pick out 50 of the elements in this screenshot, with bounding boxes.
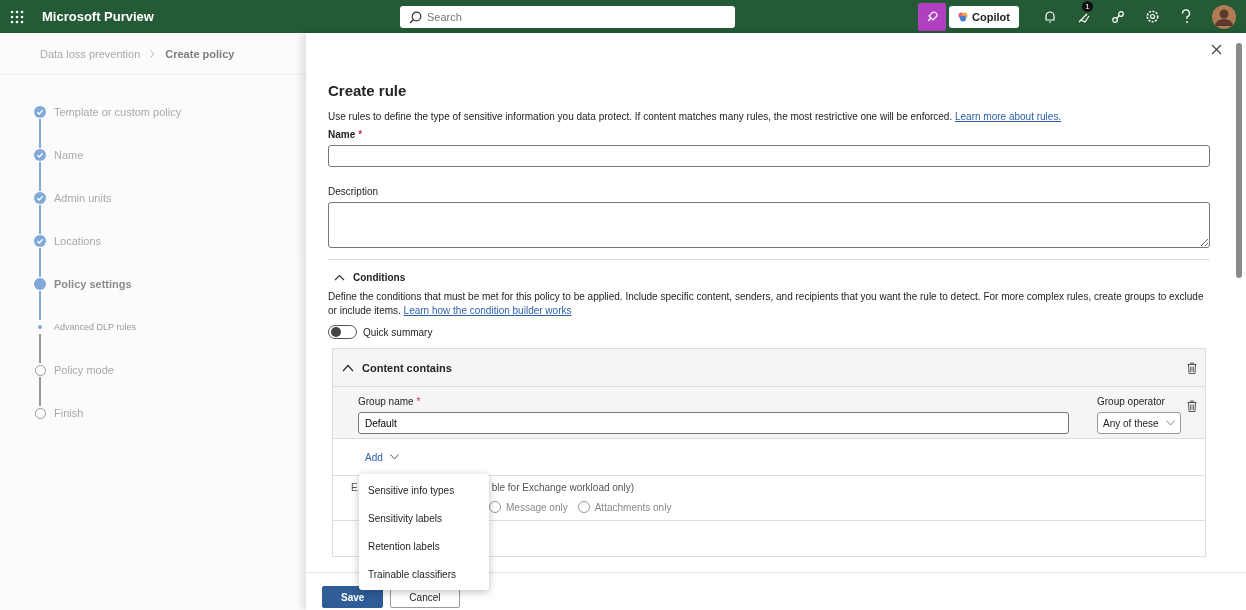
chevron-icon — [150, 49, 156, 58]
conditions-text: Define the conditions that must be met for this policy to be applied. Include specific content, senders, and recipients that you want the rule to detect. For more complex rules, create groups to exclude or include items. Learn how the condition builder works — [328, 290, 1205, 318]
app-name[interactable]: Microsoft Purview — [42, 9, 154, 24]
field-label: Group operator — [1097, 396, 1166, 407]
notification-bell-icon[interactable] — [1043, 9, 1057, 24]
save-button[interactable]: Save — [322, 586, 384, 608]
group-name-field[interactable]: Default — [358, 412, 1069, 434]
trash-icon[interactable] — [1187, 361, 1197, 374]
field-label: Description — [328, 186, 380, 197]
description-field[interactable] — [328, 202, 1210, 248]
close-icon[interactable] — [1211, 44, 1222, 55]
settings-icon[interactable] — [1145, 9, 1160, 24]
panel-title: Create rule — [328, 82, 408, 99]
app-launcher-icon[interactable] — [10, 9, 24, 24]
section-title[interactable]: Conditions — [353, 272, 406, 283]
required-mark: * — [416, 396, 421, 407]
apply-label: E — [351, 482, 358, 493]
chevron-icon[interactable] — [342, 363, 354, 372]
chevron-icon[interactable] — [334, 274, 345, 281]
menu-item[interactable]: Retention labels — [359, 533, 489, 561]
caret-icon — [389, 454, 399, 460]
breadcrumb-link[interactable]: Create policy — [165, 47, 235, 60]
search-field[interactable]: Search — [400, 5, 735, 28]
condition-builder-link[interactable]: Learn how the condition builder works — [403, 305, 572, 316]
caret-icon — [1166, 420, 1175, 426]
toggle-label: Quick summary — [363, 326, 433, 338]
avatar[interactable] — [1212, 4, 1236, 29]
search-icon — [409, 10, 422, 24]
name-field[interactable] — [328, 145, 1210, 167]
group-title: Content contains — [362, 361, 452, 374]
learn-more-link[interactable]: Learn more about rules. — [955, 111, 1062, 122]
intro-text: Use rules to define the type of sensitive information you data protect. If content matches many rules, the most restrictive one will be enforced. Learn more about rules. — [328, 111, 1063, 122]
group-operator-dropdown[interactable]: Any of these — [1097, 412, 1181, 434]
copilot-button[interactable]: Copilot — [949, 5, 1019, 28]
menu-item[interactable]: Sensitivity labels — [359, 505, 489, 533]
field-label: Name * — [328, 129, 364, 140]
trash-icon[interactable] — [1187, 400, 1197, 412]
field-label: Group name * — [358, 396, 422, 407]
notification-badge: 1 — [1082, 0, 1093, 12]
apply-label: ble for Exchange workload only) — [491, 482, 634, 493]
add-button[interactable]: Add — [359, 447, 405, 467]
link-icon[interactable] — [1111, 9, 1125, 24]
agent-button[interactable] — [918, 2, 947, 31]
menu-item[interactable]: Sensitive info types — [359, 477, 489, 505]
copilot-logo-icon — [958, 11, 969, 22]
help-icon[interactable] — [1180, 9, 1192, 24]
required-mark: * — [358, 129, 363, 140]
radio-label: Attachments only — [594, 501, 672, 513]
menu-item[interactable]: Trainable classifiers — [359, 561, 489, 589]
radio-label: Message only — [506, 501, 568, 513]
